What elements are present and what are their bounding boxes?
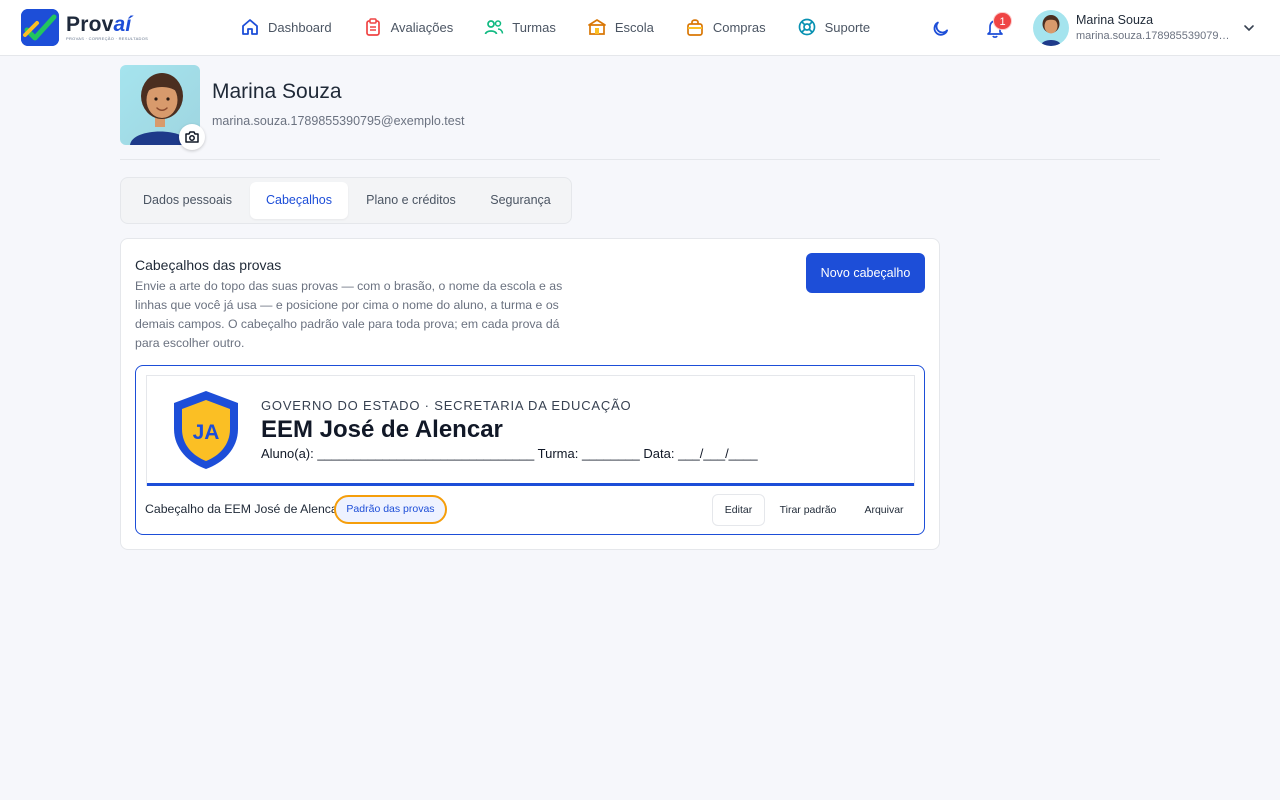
card-title: Cabeçalhos das provas [135,257,282,273]
nav-item-avaliacoes[interactable]: Avaliações [363,16,454,38]
profile-email: marina.souza.1789855390795@exemplo.test [212,114,465,128]
change-photo-button[interactable] [179,124,205,150]
chevron-down-icon [1244,25,1254,32]
archive-button[interactable]: Arquivar [855,494,913,526]
moon-icon[interactable] [932,18,952,38]
nav-item-escola[interactable]: Escola [587,16,654,38]
preview-school-name: EEM José de Alencar [261,416,503,443]
nav-item-dashboard[interactable]: Dashboard [240,16,332,38]
user-email: marina.souza.1789855390795@exemplo.test [1076,30,1234,42]
camera-icon [185,131,199,143]
header-item-label: Cabeçalho da EEM José de Alencar [145,502,342,516]
top-navbar: Provaí PROVAS · CORREÇÃO · RESULTADOS Da… [0,0,1280,56]
header-item: JA GOVERNO DO ESTADO · SECRETARIA DA EDU… [135,365,925,535]
preview-underline [147,483,914,486]
nav-label: Escola [614,19,654,35]
logo-checkmark-icon [21,9,59,46]
notification-count-badge: 1 [993,12,1012,30]
nav-label: Dashboard [268,19,332,35]
unset-default-button[interactable]: Tirar padrão [771,494,845,526]
preview-government-line: GOVERNO DO ESTADO · SECRETARIA DA EDUCAÇ… [261,398,632,413]
tab-plano-creditos[interactable]: Plano e créditos [350,182,472,219]
nav-label: Avaliações [390,19,454,35]
edit-button[interactable]: Editar [712,494,765,526]
nav-label: Suporte [824,19,871,35]
tab-dados-pessoais[interactable]: Dados pessoais [125,182,250,219]
nav-item-suporte[interactable]: Suporte [797,16,871,38]
user-name: Marina Souza [1076,13,1154,27]
headers-card: Cabeçalhos das provas Envie a arte do to… [120,238,940,550]
clipboard-icon [365,18,380,36]
header-preview: JA GOVERNO DO ESTADO · SECRETARIA DA EDU… [146,375,915,486]
preview-fields-line: Aluno(a): ______________________________… [261,446,758,461]
tab-seguranca[interactable]: Segurança [474,182,567,219]
nav-item-turmas[interactable]: Turmas [484,16,556,38]
school-crest-icon: JA [174,391,238,469]
app-tagline: PROVAS · CORREÇÃO · RESULTADOS [66,35,149,41]
divider [120,159,1160,160]
nav-item-compras[interactable]: Compras [685,16,766,38]
crest-initials: JA [193,421,220,444]
nav-label: Turmas [512,19,556,35]
school-icon [587,19,606,35]
profile-name: Marina Souza [212,80,342,103]
users-icon [484,20,504,35]
home-icon [242,19,258,35]
card-description: Envie a arte do topo das suas provas — c… [135,279,563,350]
shopping-bag-icon [687,19,703,36]
nav-label: Compras [712,19,766,35]
avatar [1033,10,1069,46]
user-menu[interactable]: Marina Souza marina.souza.1789855390795@… [1033,9,1263,47]
app-name: Provaí [66,12,132,36]
lifebuoy-icon [798,18,815,36]
profile-tabs: Dados pessoais Cabeçalhos Plano e crédit… [120,177,572,224]
app-logo[interactable]: Provaí PROVAS · CORREÇÃO · RESULTADOS [21,9,148,46]
tab-cabecalhos[interactable]: Cabeçalhos [250,182,348,219]
default-badge: Padrão das provas [334,495,447,524]
new-header-button[interactable]: Novo cabeçalho [806,253,925,293]
main-nav: Dashboard Avaliações Turmas Escola Compr… [240,16,901,38]
